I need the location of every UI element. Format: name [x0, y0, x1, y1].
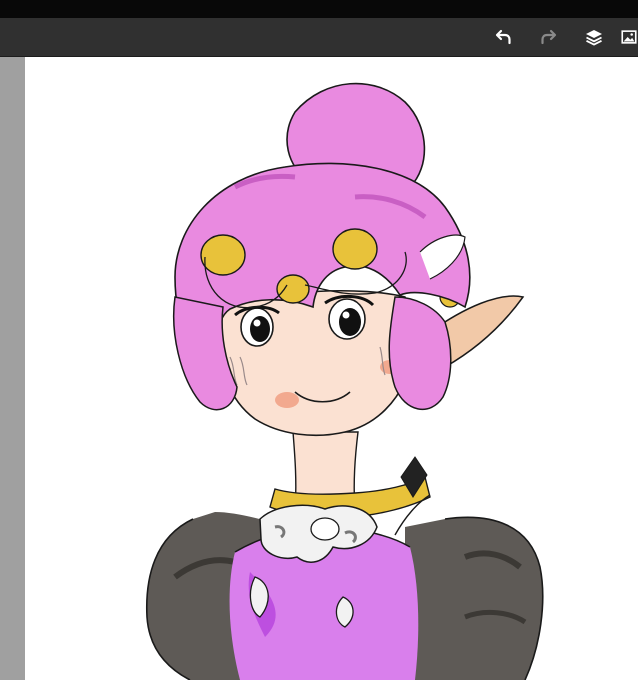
- left-side-panel[interactable]: [0, 57, 25, 680]
- character-sketch: [145, 82, 544, 680]
- undo-icon: [495, 29, 511, 45]
- layers-button[interactable]: [578, 18, 610, 56]
- image-button[interactable]: [620, 18, 638, 56]
- face: [217, 289, 414, 437]
- drawing-canvas[interactable]: [25, 57, 638, 680]
- redo-button[interactable]: [532, 18, 564, 56]
- window-top-strip: [0, 0, 638, 18]
- drawing-toolbar: [0, 18, 638, 57]
- image-icon: [621, 30, 637, 44]
- undo-button[interactable]: [488, 18, 520, 56]
- layers-icon: [586, 30, 602, 46]
- redo-icon: [541, 29, 557, 45]
